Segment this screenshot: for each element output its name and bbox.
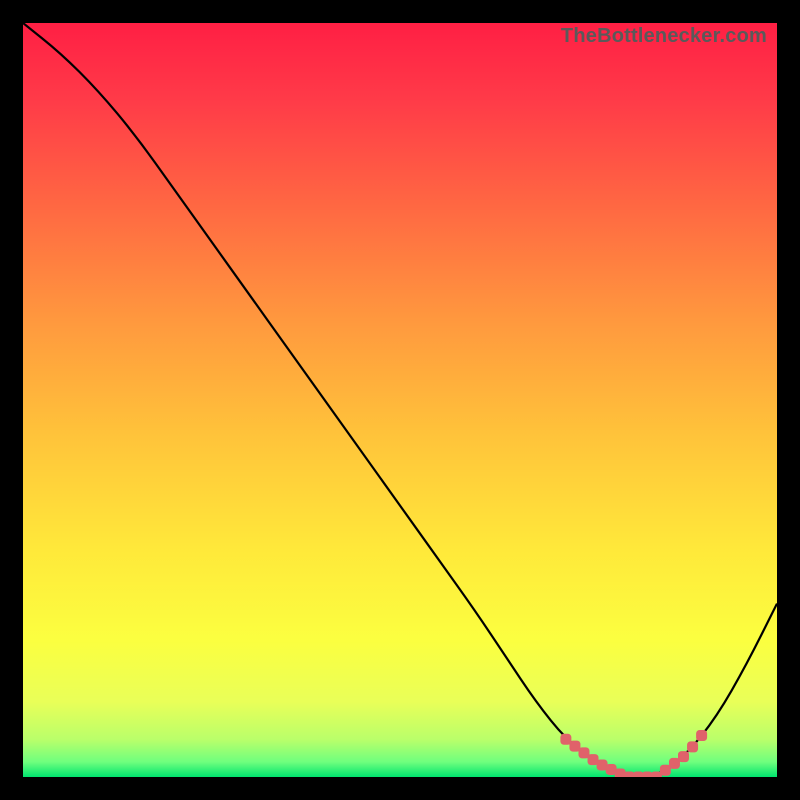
chart-frame: TheBottlenecker.com: [23, 23, 777, 777]
bottleneck-chart: [23, 23, 777, 777]
watermark-label: TheBottlenecker.com: [561, 25, 767, 48]
min-region-marker: [687, 741, 698, 752]
min-region-marker: [678, 751, 689, 762]
min-region-marker: [696, 730, 707, 741]
